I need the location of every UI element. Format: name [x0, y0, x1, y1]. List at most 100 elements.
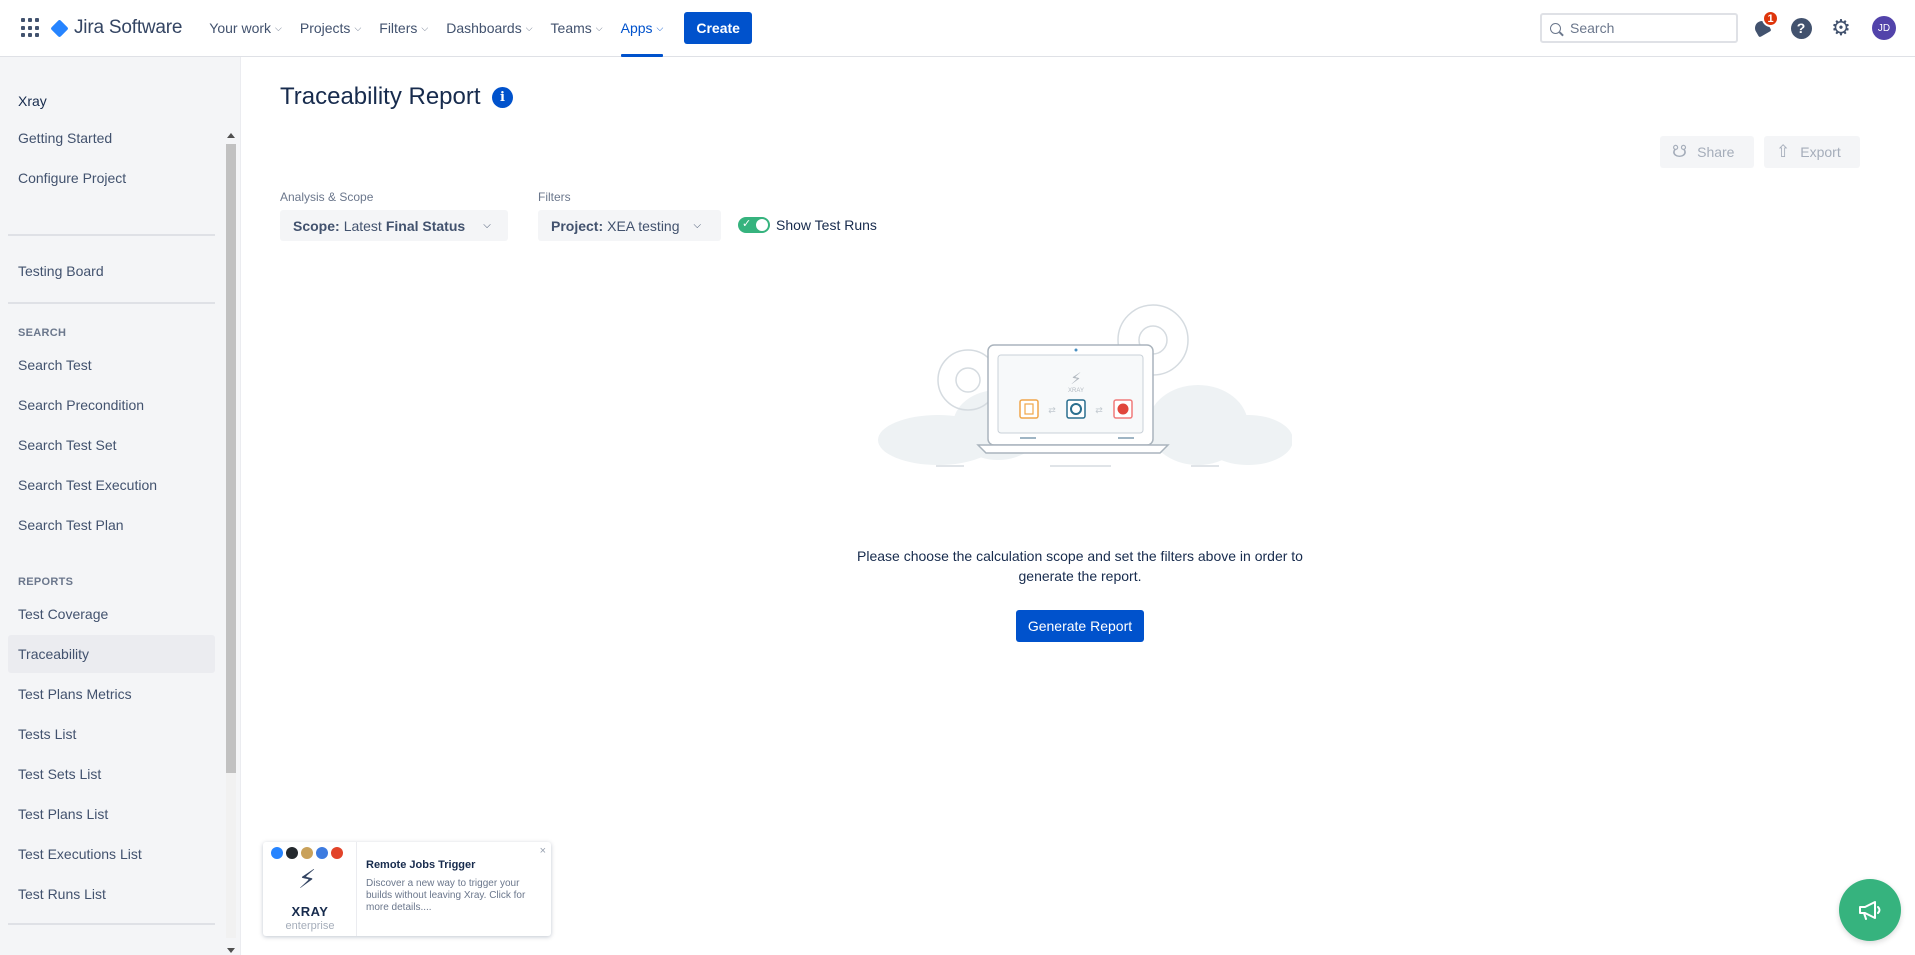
- help-button[interactable]: ?: [1789, 16, 1813, 40]
- check-icon: ✓: [742, 218, 752, 230]
- avatar[interactable]: JD: [1872, 16, 1896, 40]
- logo-text: Jira Software: [74, 17, 183, 38]
- sidebar-item-search-test-set[interactable]: Search Test Set: [8, 426, 215, 464]
- empty-state-illustration: ⚡ XRAY ⇄ ⇄: [878, 304, 1292, 467]
- promo-brand-sub: enterprise: [285, 920, 335, 932]
- sidebar-heading-search: SEARCH: [18, 327, 67, 339]
- export-icon: ⇧: [1776, 142, 1791, 161]
- settings-button[interactable]: ⚙: [1829, 15, 1853, 40]
- scrollbar-thumb[interactable]: [226, 144, 236, 773]
- illustration-xray-text: XRAY: [1068, 388, 1084, 394]
- nav-label: Apps: [620, 20, 653, 36]
- page-title: Traceability Report: [280, 83, 481, 110]
- sidebar-item-configure-project[interactable]: Configure Project: [8, 159, 215, 197]
- scope-select[interactable]: Scope: Latest Final Status ⌵: [280, 210, 508, 241]
- sidebar-item-traceability[interactable]: Traceability: [8, 635, 215, 673]
- integration-icons: [271, 847, 343, 859]
- nav-label: Projects: [299, 20, 351, 36]
- nav-label: Dashboards: [446, 20, 522, 36]
- chevron-down-icon: ⌵: [656, 22, 664, 33]
- scroll-down-icon[interactable]: [227, 948, 235, 953]
- export-button[interactable]: ⇧ Export: [1764, 136, 1860, 168]
- share-label: Share: [1697, 144, 1735, 160]
- chevron-down-icon: ⌵: [525, 22, 533, 33]
- sidebar-heading-reports: REPORTS: [18, 576, 74, 588]
- nav-label: Teams: [550, 20, 592, 36]
- chevron-down-icon: ⌵: [693, 220, 702, 231]
- sidebar-item-search-test-plan[interactable]: Search Test Plan: [8, 506, 215, 544]
- nav-dashboards[interactable]: Dashboards ⌵: [437, 0, 541, 57]
- chevron-down-icon: ⌵: [354, 22, 362, 33]
- sidebar-item-search-precondition[interactable]: Search Precondition: [8, 386, 215, 424]
- sidebar-item-testing-board[interactable]: Testing Board: [8, 252, 215, 290]
- promo-logo-area: ⚡ XRAY enterprise: [263, 842, 357, 936]
- help-icon: ?: [1790, 17, 1812, 39]
- nav-label: Filters: [379, 20, 418, 36]
- jenkins-icon: [301, 847, 313, 859]
- nav-filters[interactable]: Filters ⌵: [370, 0, 437, 57]
- chevron-down-icon: ⌵: [595, 22, 603, 33]
- sidebar-item-search-test-execution[interactable]: Search Test Execution: [8, 466, 215, 504]
- info-icon[interactable]: i: [492, 87, 513, 108]
- sidebar-item-test-plans-metrics[interactable]: Test Plans Metrics: [8, 675, 215, 713]
- share-button[interactable]: ☋ Share: [1660, 136, 1754, 168]
- notification-badge: 1: [1762, 10, 1779, 27]
- svg-text:⇄: ⇄: [1048, 405, 1056, 415]
- nav-apps[interactable]: Apps ⌵: [612, 0, 673, 57]
- sidebar-item-tests-list[interactable]: Tests List: [8, 715, 215, 753]
- github-icon: [286, 847, 298, 859]
- promo-card[interactable]: ⚡ XRAY enterprise Remote Jobs Trigger Di…: [263, 842, 551, 936]
- search-field[interactable]: [1540, 13, 1738, 43]
- search-input[interactable]: [1570, 20, 1720, 36]
- empty-state-message: Please choose the calculation scope and …: [857, 548, 1303, 584]
- chevron-down-icon: ⌵: [483, 220, 491, 231]
- nav-your-work[interactable]: Your work ⌵: [200, 0, 291, 57]
- promo-text: Discover a new way to trigger your build…: [366, 878, 526, 913]
- sidebar-item-getting-started[interactable]: Getting Started: [8, 119, 215, 157]
- scroll-up-icon[interactable]: [227, 133, 235, 138]
- scope-key: Scope:: [293, 217, 340, 234]
- scope-prefix: Latest: [343, 217, 382, 234]
- nav-projects[interactable]: Projects ⌵: [291, 0, 370, 57]
- gitlab-icon: [331, 847, 343, 859]
- sidebar-scrollbar[interactable]: [224, 128, 238, 955]
- feedback-button[interactable]: [1839, 879, 1901, 941]
- svg-text:⚡: ⚡: [1070, 369, 1081, 388]
- sidebar-divider: [8, 302, 215, 304]
- sidebar-item-test-coverage[interactable]: Test Coverage: [8, 595, 215, 633]
- sidebar-item-search-test[interactable]: Search Test: [8, 346, 215, 384]
- chevron-down-icon: ⌵: [275, 22, 282, 33]
- create-button[interactable]: Create: [684, 12, 752, 44]
- search-icon: [1550, 22, 1561, 34]
- sidebar-divider: [8, 923, 215, 925]
- analysis-scope-label: Analysis & Scope: [280, 190, 374, 204]
- megaphone-icon: [1859, 901, 1881, 920]
- sidebar-item-test-sets-list[interactable]: Test Sets List: [8, 755, 215, 793]
- share-icon: ☋: [1672, 142, 1688, 161]
- sidebar-item-test-plans-list[interactable]: Test Plans List: [8, 795, 215, 833]
- chevron-down-icon: ⌵: [421, 22, 429, 33]
- primary-nav: Your work ⌵ Projects ⌵ Filters ⌵ Dashboards…: [200, 0, 672, 57]
- sidebar: Xray Getting Started Configure Project T…: [0, 57, 241, 955]
- project-key: Project:: [551, 217, 604, 234]
- sidebar-item-test-runs-list[interactable]: Test Runs List: [8, 875, 215, 913]
- project-filter-select[interactable]: Project: XEA testing ⌵: [538, 210, 721, 241]
- xray-bolt-icon: ⚡: [298, 864, 317, 894]
- jira-logo[interactable]: Jira Software: [50, 17, 183, 39]
- filters-label: Filters: [538, 190, 571, 204]
- app-switcher-icon[interactable]: [21, 18, 41, 38]
- nav-teams[interactable]: Teams ⌵: [542, 0, 612, 57]
- show-test-runs-toggle[interactable]: ✓: [738, 217, 770, 233]
- toggle-knob: [756, 219, 768, 231]
- sidebar-item-test-executions-list[interactable]: Test Executions List: [8, 835, 215, 873]
- close-icon[interactable]: ×: [540, 845, 546, 857]
- jira-diamond-icon: [50, 18, 69, 38]
- azure-icon: [271, 847, 283, 859]
- nav-label: Your work: [209, 20, 272, 36]
- promo-brand: XRAY: [291, 904, 329, 919]
- generate-report-button[interactable]: Generate Report: [1016, 610, 1144, 642]
- project-value: XEA testing: [607, 217, 680, 234]
- svg-text:⇄: ⇄: [1095, 405, 1103, 415]
- scope-value: Final Status: [385, 217, 466, 234]
- show-test-runs-label: Show Test Runs: [776, 217, 877, 233]
